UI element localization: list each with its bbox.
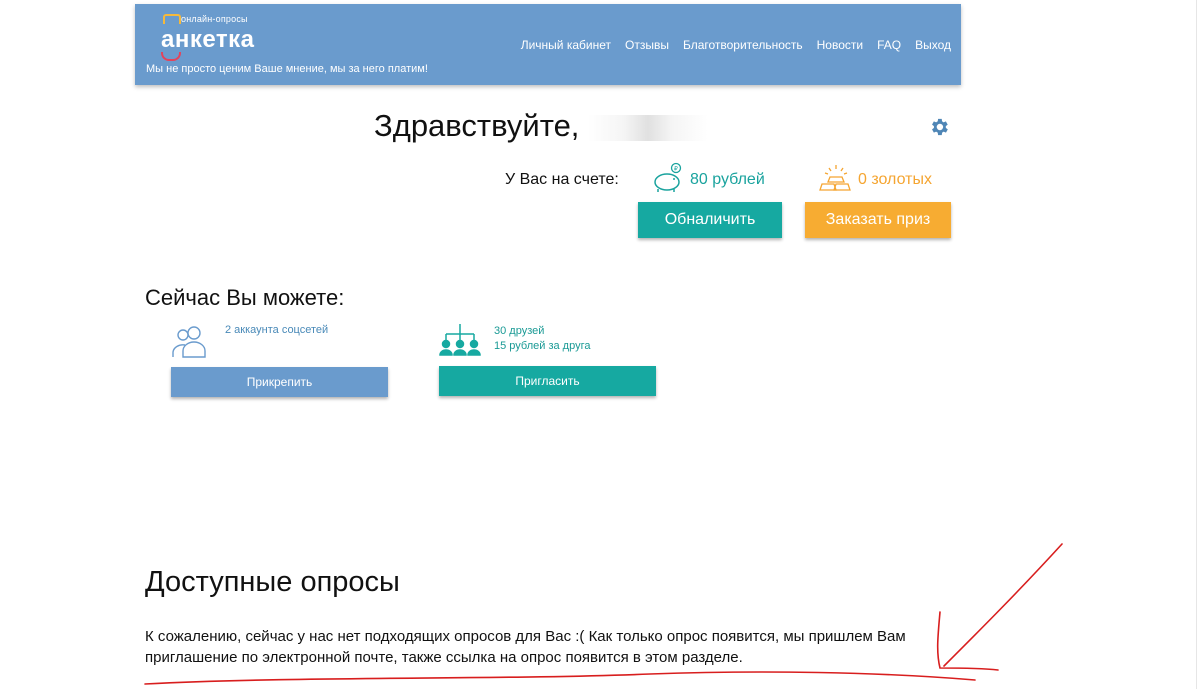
users-icon <box>172 326 206 358</box>
svg-text:₽: ₽ <box>674 166 678 173</box>
nav-reviews[interactable]: Отзывы <box>625 38 669 52</box>
balance-label: У Вас на счете: <box>505 171 619 188</box>
nav-logout[interactable]: Выход <box>915 38 951 52</box>
site-tagline: Мы не просто ценим Ваше мнение, мы за не… <box>146 63 428 75</box>
redacted-username <box>588 114 709 141</box>
referral-tree-icon <box>439 324 481 356</box>
logo-smile <box>161 52 181 61</box>
now-you-can-heading: Сейчас Вы можете: <box>145 285 345 310</box>
nav-news[interactable]: Новости <box>817 38 863 52</box>
friends-count: 30 друзей <box>494 325 545 337</box>
nav-charity[interactable]: Благотворительность <box>683 38 803 52</box>
logo-subtitle: онлайн-опросы <box>181 14 248 24</box>
order-prize-button[interactable]: Заказать приз <box>805 202 951 238</box>
site-logo[interactable]: онлайн-опросы анкетка <box>149 12 289 61</box>
logo-bracket <box>163 14 181 24</box>
attach-social-button[interactable]: Прикрепить <box>171 367 388 397</box>
gold-bars-icon <box>819 165 851 191</box>
settings-gear-icon[interactable] <box>928 116 950 138</box>
gold-balance: 0 золотых <box>858 171 932 188</box>
friends-info: 30 друзей 15 рублей за друга <box>494 324 590 354</box>
no-surveys-message: К сожалению, сейчас у нас нет подходящих… <box>145 628 906 666</box>
rub-balance: 80 рублей <box>690 171 765 188</box>
invite-friends-button[interactable]: Пригласить <box>439 366 656 396</box>
nav-account[interactable]: Личный кабинет <box>521 38 611 52</box>
logo-title: анкетка <box>161 26 255 53</box>
greeting-heading: Здравствуйте, <box>374 108 709 144</box>
piggy-bank-icon: ₽ <box>654 162 682 192</box>
social-accounts-count: 2 аккаунта соцсетей <box>225 324 329 336</box>
reward-per-friend: 15 рублей за друга <box>494 340 591 352</box>
main-nav: Личный кабинет Отзывы Благотворительност… <box>521 38 951 52</box>
site-header: онлайн-опросы анкетка Мы не просто ценим… <box>135 4 961 85</box>
page-edge <box>1196 0 1197 689</box>
available-surveys-heading: Доступные опросы <box>145 566 400 598</box>
cashout-button[interactable]: Обналичить <box>638 202 782 238</box>
greeting-text: Здравствуйте, <box>374 108 580 143</box>
nav-faq[interactable]: FAQ <box>877 38 901 52</box>
